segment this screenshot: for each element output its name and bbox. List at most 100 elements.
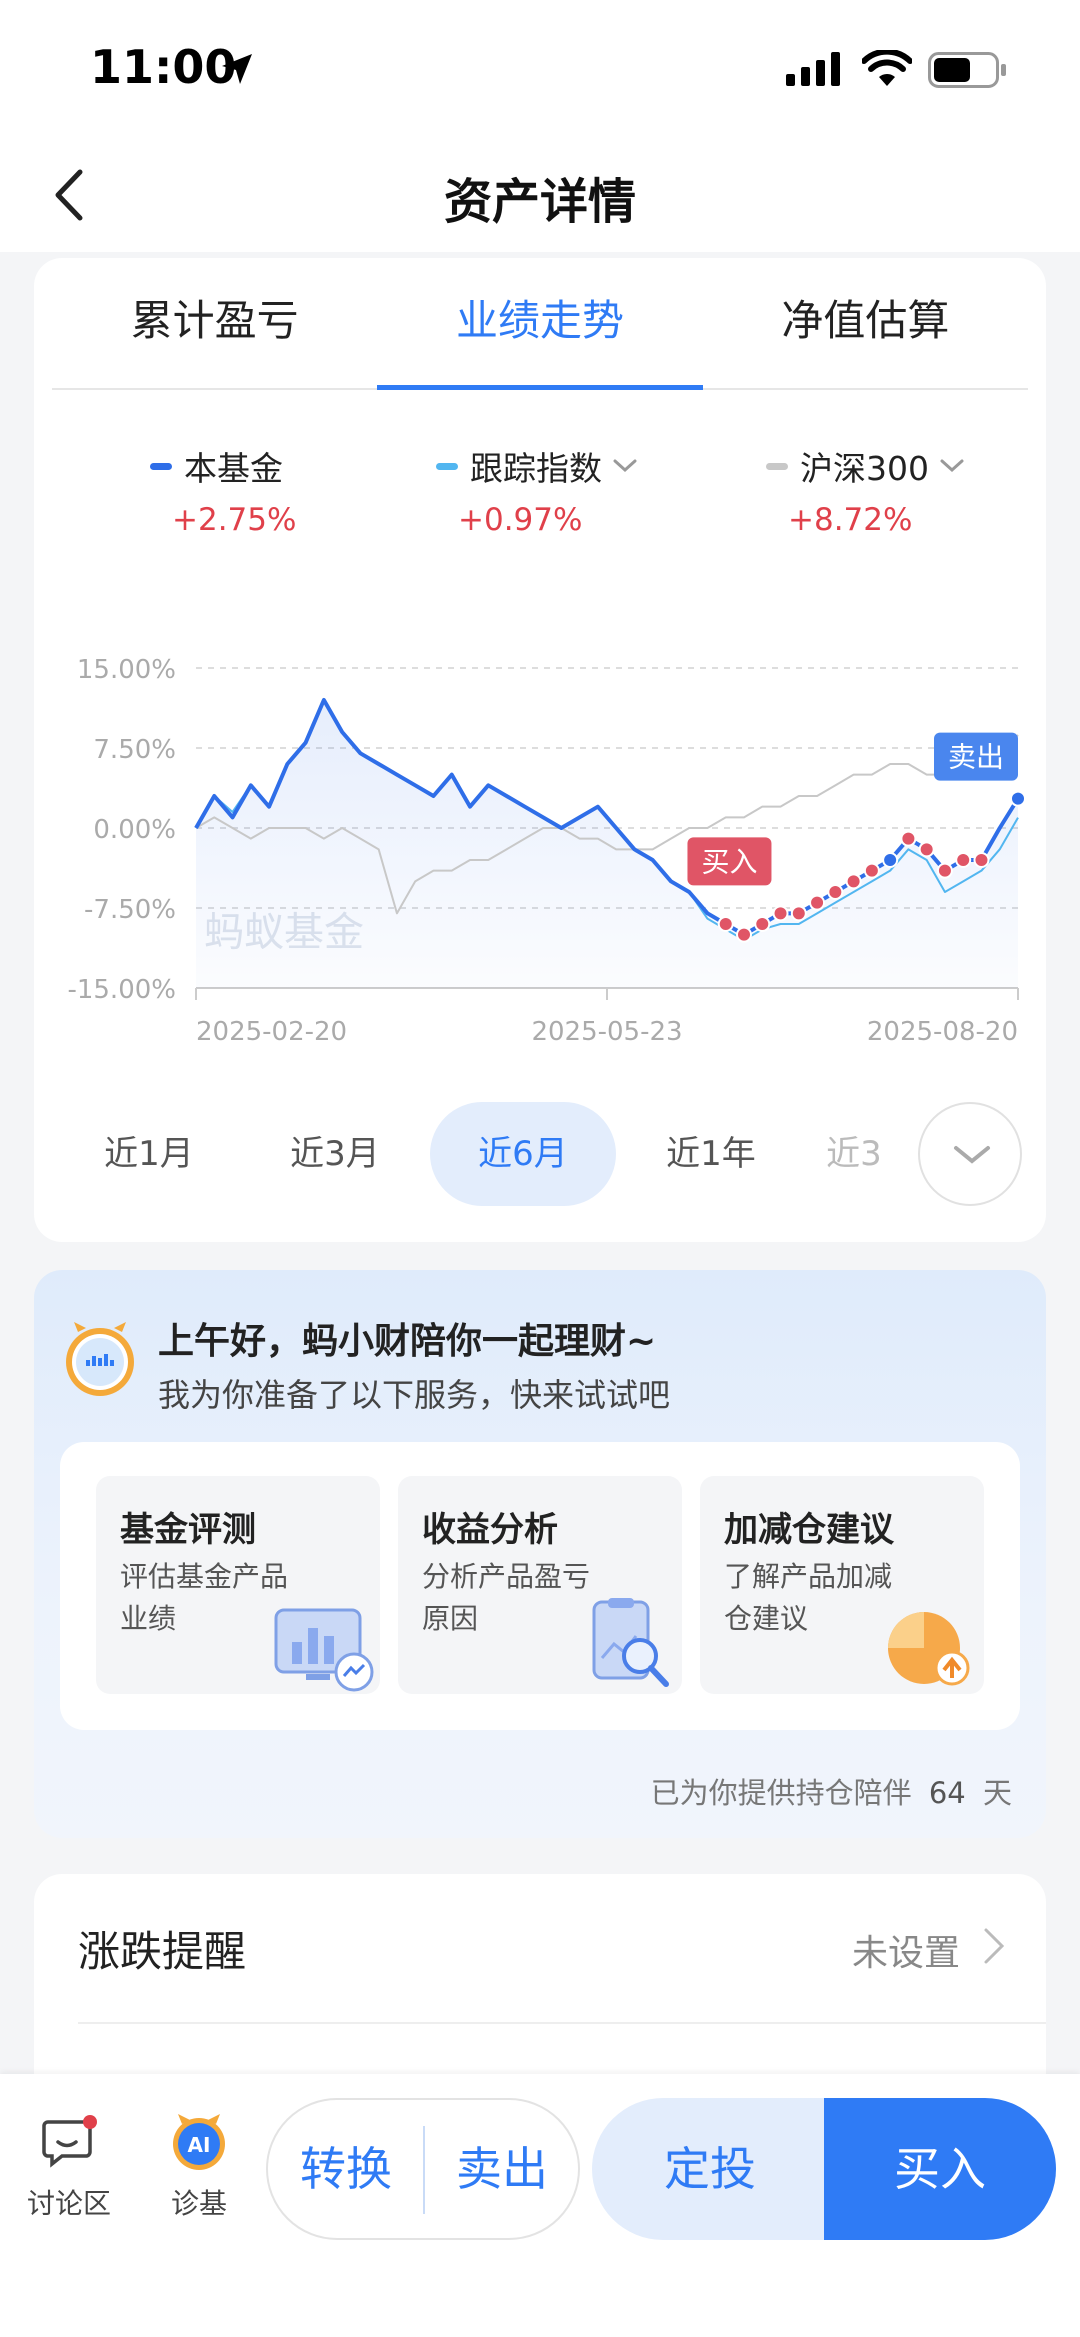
tab-nav-estimate[interactable]: 净值估算 xyxy=(703,258,1028,388)
companionship-days-count: 64 xyxy=(928,1776,966,1810)
buy-tag-label: 买入 xyxy=(701,845,757,878)
legend-label: 本基金 xyxy=(184,449,283,488)
legend-item-csi300[interactable]: 沪深300 +8.72% xyxy=(766,442,965,538)
buy-marker xyxy=(900,830,917,847)
buy-marker xyxy=(955,852,972,868)
service-title: 基金评测 xyxy=(120,1510,256,1550)
chevron-down-icon xyxy=(940,459,964,473)
y-tick-label: -7.50% xyxy=(84,895,176,925)
service-desc: 评估基金产品业绩 xyxy=(120,1560,289,1635)
sell-tag-label: 卖出 xyxy=(948,741,1004,774)
pie-chart-icon xyxy=(888,1612,970,1686)
x-tick-label: 2025-08-20 xyxy=(867,1017,1018,1047)
range-1m[interactable]: 近1月 xyxy=(56,1102,242,1206)
forum-button[interactable]: 讨论区 xyxy=(14,2112,124,2222)
y-tick-label: 7.50% xyxy=(93,735,176,765)
legend-item-tracking-index[interactable]: 跟踪指数 +0.97% xyxy=(436,442,638,538)
buy-marker xyxy=(772,905,789,922)
service-desc: 了解产品加减仓建议 xyxy=(724,1560,893,1635)
buy-marker xyxy=(827,884,844,900)
status-bar: 11:00 xyxy=(0,0,1080,140)
y-tick-label: -15.00% xyxy=(67,975,176,1005)
cellular-signal-icon xyxy=(786,52,840,86)
legend-value: +2.75% xyxy=(172,502,297,538)
diagnose-label: 诊基 xyxy=(170,2187,227,2220)
magnifier-report-icon xyxy=(592,1598,669,1687)
forum-label: 讨论区 xyxy=(26,2187,111,2220)
status-time: 11:00 xyxy=(90,40,237,94)
legend-item-fund: 本基金 +2.75% xyxy=(150,442,296,538)
assistant-avatar-icon xyxy=(66,1322,134,1396)
companionship-days: 已为你提供持仓陪伴 64 天 xyxy=(651,1770,1012,1812)
buy-marker xyxy=(736,926,752,943)
buy-marker xyxy=(790,905,807,922)
performance-line-chart[interactable]: 15.00% 7.50% 0.00% -7.50% -15.00% 2025-02-20 2… xyxy=(34,578,1046,1078)
time-range-selector: 近1月 近3月 近6月 近1年 近3 xyxy=(34,1102,1046,1206)
chart-legend: 本基金 +2.75% 跟踪指数 +0.97% 沪深300 +8.72% xyxy=(34,442,1046,542)
tab-cumulative-pnl[interactable]: 累计盈亏 xyxy=(52,258,377,388)
service-return-analysis[interactable]: 收益分析 分析产品盈亏原因 xyxy=(398,1476,682,1694)
bottom-action-bar: 讨论区 AI 诊基 转换 卖出 定投 买入 xyxy=(0,2074,1080,2337)
buy-marker xyxy=(973,852,990,868)
chevron-down-icon xyxy=(613,459,637,473)
chat-bubble-icon xyxy=(42,2115,97,2168)
service-position-advice[interactable]: 加减仓建议 了解产品加减仓建议 xyxy=(700,1476,984,1694)
expand-ranges-button[interactable] xyxy=(918,1102,1022,1206)
y-tick-label: 15.00% xyxy=(77,655,176,685)
range-3m[interactable]: 近3月 xyxy=(242,1102,428,1206)
sell-marker xyxy=(1010,790,1026,807)
buy-marker xyxy=(809,894,826,911)
x-tick-label: 2025-05-23 xyxy=(531,1017,682,1047)
tab-bar: 累计盈亏 业绩走势 净值估算 xyxy=(52,258,1028,390)
ai-badge-icon: AI xyxy=(173,2114,225,2170)
legend-swatch xyxy=(436,462,458,470)
greeting-subtitle: 我为你准备了以下服务，快来试试吧 xyxy=(158,1376,671,1414)
chart-screen-icon xyxy=(274,1608,374,1692)
range-1y[interactable]: 近1年 xyxy=(618,1102,804,1206)
buy-marker xyxy=(918,841,935,858)
sell-button[interactable]: 卖出 xyxy=(424,2100,580,2238)
buy-marker xyxy=(717,916,734,932)
chevron-right-icon xyxy=(984,1928,1005,1964)
diagnose-fund-button[interactable]: AI 诊基 xyxy=(144,2112,254,2222)
alert-title: 涨跌提醒 xyxy=(78,1927,247,1976)
buy-marker xyxy=(863,862,880,879)
svg-text:AI: AI xyxy=(188,2133,211,2157)
assistant-card: 上午好，蚂小财陪你一起理财~ 我为你准备了以下服务，快来试试吧 基金评测 评估基… xyxy=(34,1270,1046,1838)
buy-button[interactable]: 买入 xyxy=(824,2098,1056,2240)
auto-invest-button[interactable]: 定投 xyxy=(592,2098,828,2240)
legend-value: +8.72% xyxy=(788,502,913,538)
legend-label: 跟踪指数 xyxy=(470,449,602,488)
buy-marker xyxy=(754,916,771,932)
legend-swatch xyxy=(150,462,172,470)
legend-label: 沪深300 xyxy=(800,449,929,488)
range-3y[interactable]: 近3 xyxy=(804,1102,904,1206)
divider xyxy=(78,2022,1046,2024)
service-title: 加减仓建议 xyxy=(724,1510,894,1550)
x-tick-label: 2025-02-20 xyxy=(196,1017,347,1047)
wifi-icon xyxy=(862,50,912,86)
convert-sell-group: 转换 卖出 xyxy=(266,2098,580,2240)
tab-performance-trend[interactable]: 业绩走势 xyxy=(377,258,703,390)
service-title: 收益分析 xyxy=(422,1510,558,1550)
convert-button[interactable]: 转换 xyxy=(268,2100,424,2238)
sell-marker xyxy=(882,852,899,868)
buy-marker xyxy=(936,862,953,879)
page-title: 资产详情 xyxy=(443,174,636,230)
range-6m[interactable]: 近6月 xyxy=(430,1102,616,1206)
service-fund-evaluation[interactable]: 基金评测 评估基金产品业绩 xyxy=(96,1476,380,1694)
performance-card: 累计盈亏 业绩走势 净值估算 本基金 +2.75% 跟踪指数 +0.97% 沪深… xyxy=(34,258,1046,1242)
battery-icon xyxy=(928,52,1006,88)
legend-swatch xyxy=(766,462,788,470)
buy-marker xyxy=(845,873,862,890)
location-arrow-icon xyxy=(222,54,252,84)
services-panel: 基金评测 评估基金产品业绩 收益分析 分析产品盈亏原因 加减仓建议 了解产品加减… xyxy=(60,1442,1020,1730)
greeting-title: 上午好，蚂小财陪你一起理财~ xyxy=(158,1321,657,1362)
chevron-down-icon xyxy=(954,1146,990,1164)
y-tick-label: 0.00% xyxy=(93,815,176,845)
alert-status: 未设置 xyxy=(851,1933,960,1974)
service-desc: 分析产品盈亏原因 xyxy=(422,1560,591,1635)
companionship-suffix: 天 xyxy=(982,1776,1012,1810)
legend-value: +0.97% xyxy=(458,502,583,538)
companionship-prefix: 已为你提供持仓陪伴 xyxy=(650,1776,912,1810)
